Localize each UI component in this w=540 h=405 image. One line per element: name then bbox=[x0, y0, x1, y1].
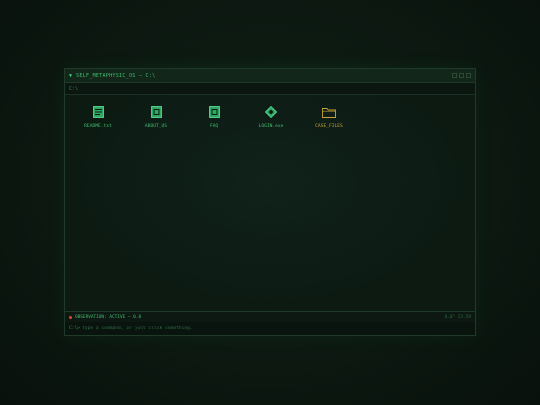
command-prompt: C:\> bbox=[69, 326, 81, 331]
minimize-button[interactable] bbox=[452, 73, 457, 78]
path-bar: C:\ bbox=[65, 83, 475, 95]
status-bar: OBSERVATION: ACTIVE — 0.0 0.0° 23.59 bbox=[65, 311, 475, 322]
file-icon bbox=[207, 105, 221, 119]
folder-icon bbox=[322, 105, 336, 119]
file-icon bbox=[149, 105, 163, 119]
current-path: C:\ bbox=[69, 85, 79, 92]
desktop-icon-case-files[interactable]: CASE_FILES bbox=[304, 105, 354, 129]
document-icon bbox=[91, 105, 105, 119]
icon-label: FAQ bbox=[209, 124, 219, 129]
desktop-icon-login[interactable]: LOGIN.exe bbox=[246, 105, 296, 129]
diamond-icon bbox=[264, 105, 278, 119]
desktop-icon-readme[interactable]: README.txt bbox=[73, 105, 123, 129]
icon-label: ABOUT_US bbox=[144, 124, 168, 129]
screen: ▼ SELF_METAPHYSIC_OS — C:\ C:\ README.tx… bbox=[0, 0, 540, 405]
window-controls bbox=[452, 73, 471, 78]
observation-status: OBSERVATION: ACTIVE — 0.0 bbox=[75, 314, 142, 320]
title-bar[interactable]: ▼ SELF_METAPHYSIC_OS — C:\ bbox=[65, 69, 475, 83]
window-menu-icon[interactable]: ▼ bbox=[69, 73, 72, 79]
icon-label: LOGIN.exe bbox=[258, 124, 284, 129]
close-button[interactable] bbox=[466, 73, 471, 78]
command-input[interactable] bbox=[82, 326, 471, 331]
desktop-icon-faq[interactable]: FAQ bbox=[189, 105, 239, 129]
command-bar: C:\> bbox=[65, 322, 475, 335]
maximize-button[interactable] bbox=[459, 73, 464, 78]
os-window: ▼ SELF_METAPHYSIC_OS — C:\ C:\ README.tx… bbox=[64, 68, 476, 336]
icon-label: CASE_FILES bbox=[315, 124, 343, 129]
status-readout: 0.0° 23.59 bbox=[444, 314, 471, 320]
desktop-area: README.txt ABOUT_US FAQ LOGIN.exe CASE_F… bbox=[65, 95, 475, 311]
icon-label: README.txt bbox=[84, 124, 112, 129]
window-title: SELF_METAPHYSIC_OS — C:\ bbox=[76, 72, 156, 79]
desktop-icon-about[interactable]: ABOUT_US bbox=[131, 105, 181, 129]
status-indicator-icon bbox=[69, 315, 72, 319]
